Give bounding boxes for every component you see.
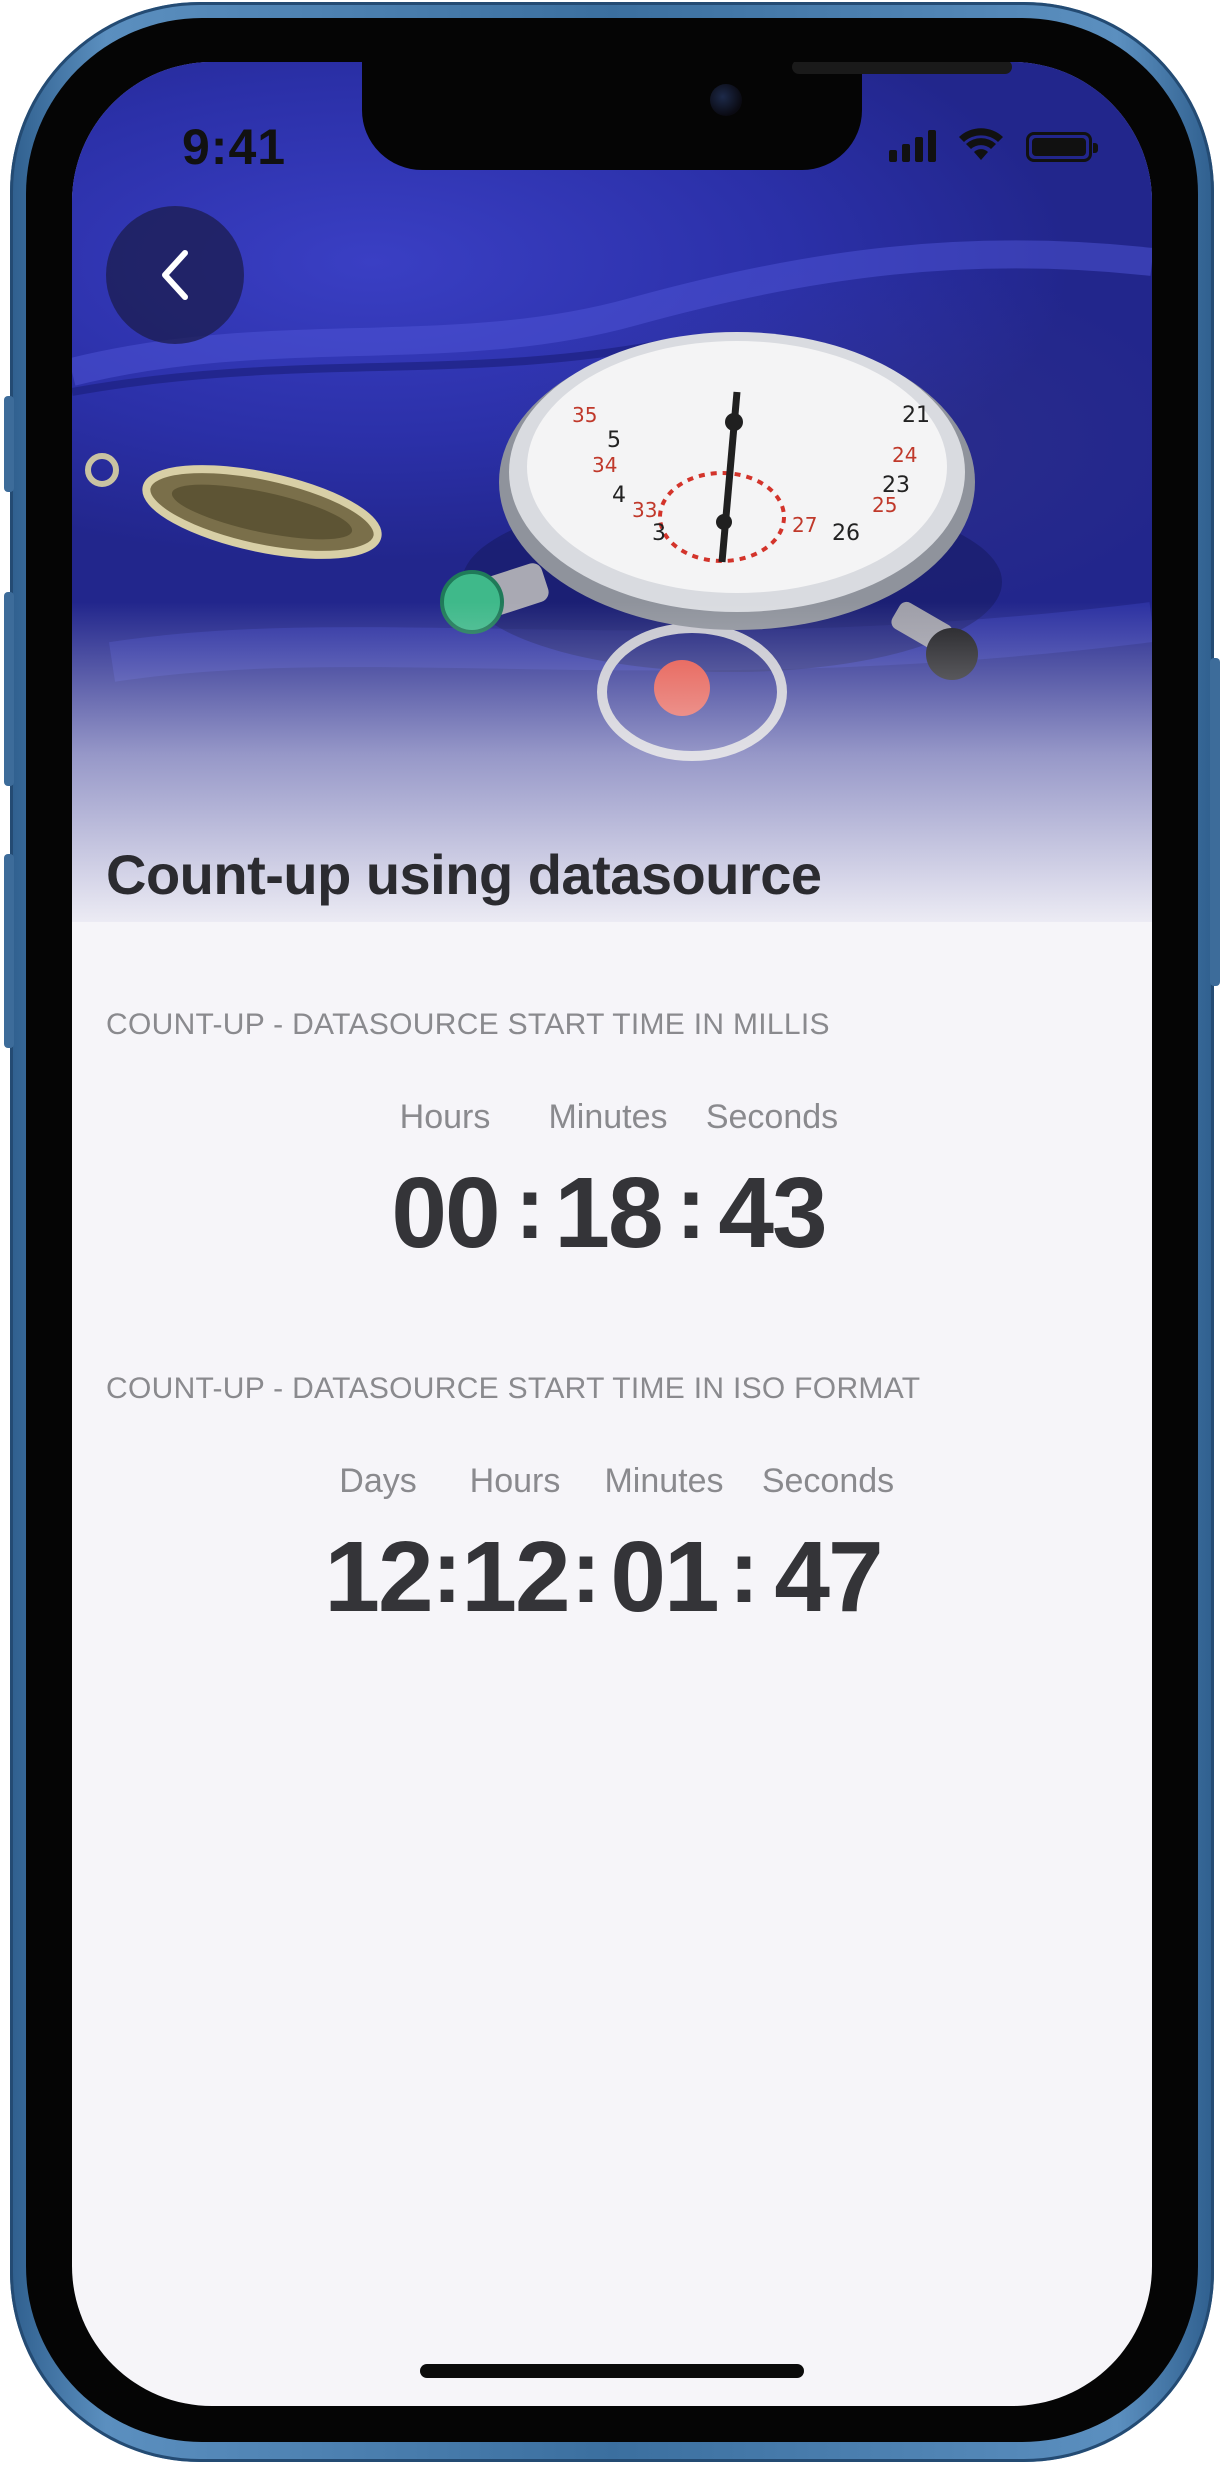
svg-text:5: 5 (607, 428, 621, 453)
speaker-grille (792, 62, 1012, 74)
colon-separator: : (571, 1522, 601, 1622)
unit-label-hours: Hours (469, 1462, 561, 1500)
wifi-icon (959, 128, 1003, 160)
status-icons (889, 128, 1098, 162)
unit-label-days: Days (339, 1462, 417, 1500)
svg-text:4: 4 (612, 483, 626, 508)
svg-text:26: 26 (832, 521, 860, 546)
colon-separator: : (729, 1522, 759, 1622)
svg-text:35: 35 (572, 403, 597, 427)
status-bar: 9:41 (72, 62, 1152, 202)
value-hours: 12 (461, 1521, 570, 1633)
svg-text:27: 27 (792, 513, 817, 537)
unit-label-hours: Hours (399, 1098, 491, 1136)
back-button[interactable] (106, 206, 244, 344)
phone-volume-up-button (4, 592, 14, 786)
value-seconds: 43 (718, 1157, 827, 1269)
page-title: Count-up using datasource (106, 843, 822, 906)
svg-text:33: 33 (632, 498, 657, 522)
value-days: 12 (324, 1521, 433, 1633)
camera-icon (710, 84, 742, 116)
screen: 35 34 33 24 25 27 5 4 3 21 23 26 9:41 Co… (72, 62, 1152, 2406)
section-label-iso: COUNT-UP - DATASOURCE START TIME IN ISO … (106, 1372, 921, 1405)
unit-label-minutes: Minutes (604, 1462, 724, 1500)
colon-separator: : (432, 1522, 462, 1622)
unit-label-seconds: Seconds (761, 1462, 895, 1500)
unit-label-seconds: Seconds (705, 1098, 839, 1136)
value-minutes: 01 (610, 1521, 719, 1633)
svg-text:3: 3 (652, 521, 666, 546)
colon-separator: : (676, 1158, 706, 1258)
battery-icon (1026, 132, 1098, 162)
section-label-millis: COUNT-UP - DATASOURCE START TIME IN MILL… (106, 1008, 830, 1041)
svg-text:24: 24 (892, 443, 917, 467)
phone-volume-down-button (4, 854, 14, 1048)
svg-text:21: 21 (902, 403, 930, 428)
status-time: 9:41 (182, 119, 287, 175)
phone-power-button (1210, 658, 1220, 986)
value-minutes: 18 (554, 1157, 663, 1269)
svg-text:23: 23 (882, 473, 910, 498)
svg-text:34: 34 (592, 453, 617, 477)
phone-side-button (4, 396, 14, 492)
value-seconds: 47 (774, 1521, 883, 1633)
home-indicator[interactable] (420, 2364, 804, 2378)
unit-label-minutes: Minutes (548, 1098, 668, 1136)
colon-separator: : (515, 1158, 545, 1258)
value-hours: 00 (391, 1157, 500, 1269)
chevron-left-icon (162, 250, 188, 300)
notch (362, 62, 1012, 170)
signal-icon (889, 128, 936, 162)
